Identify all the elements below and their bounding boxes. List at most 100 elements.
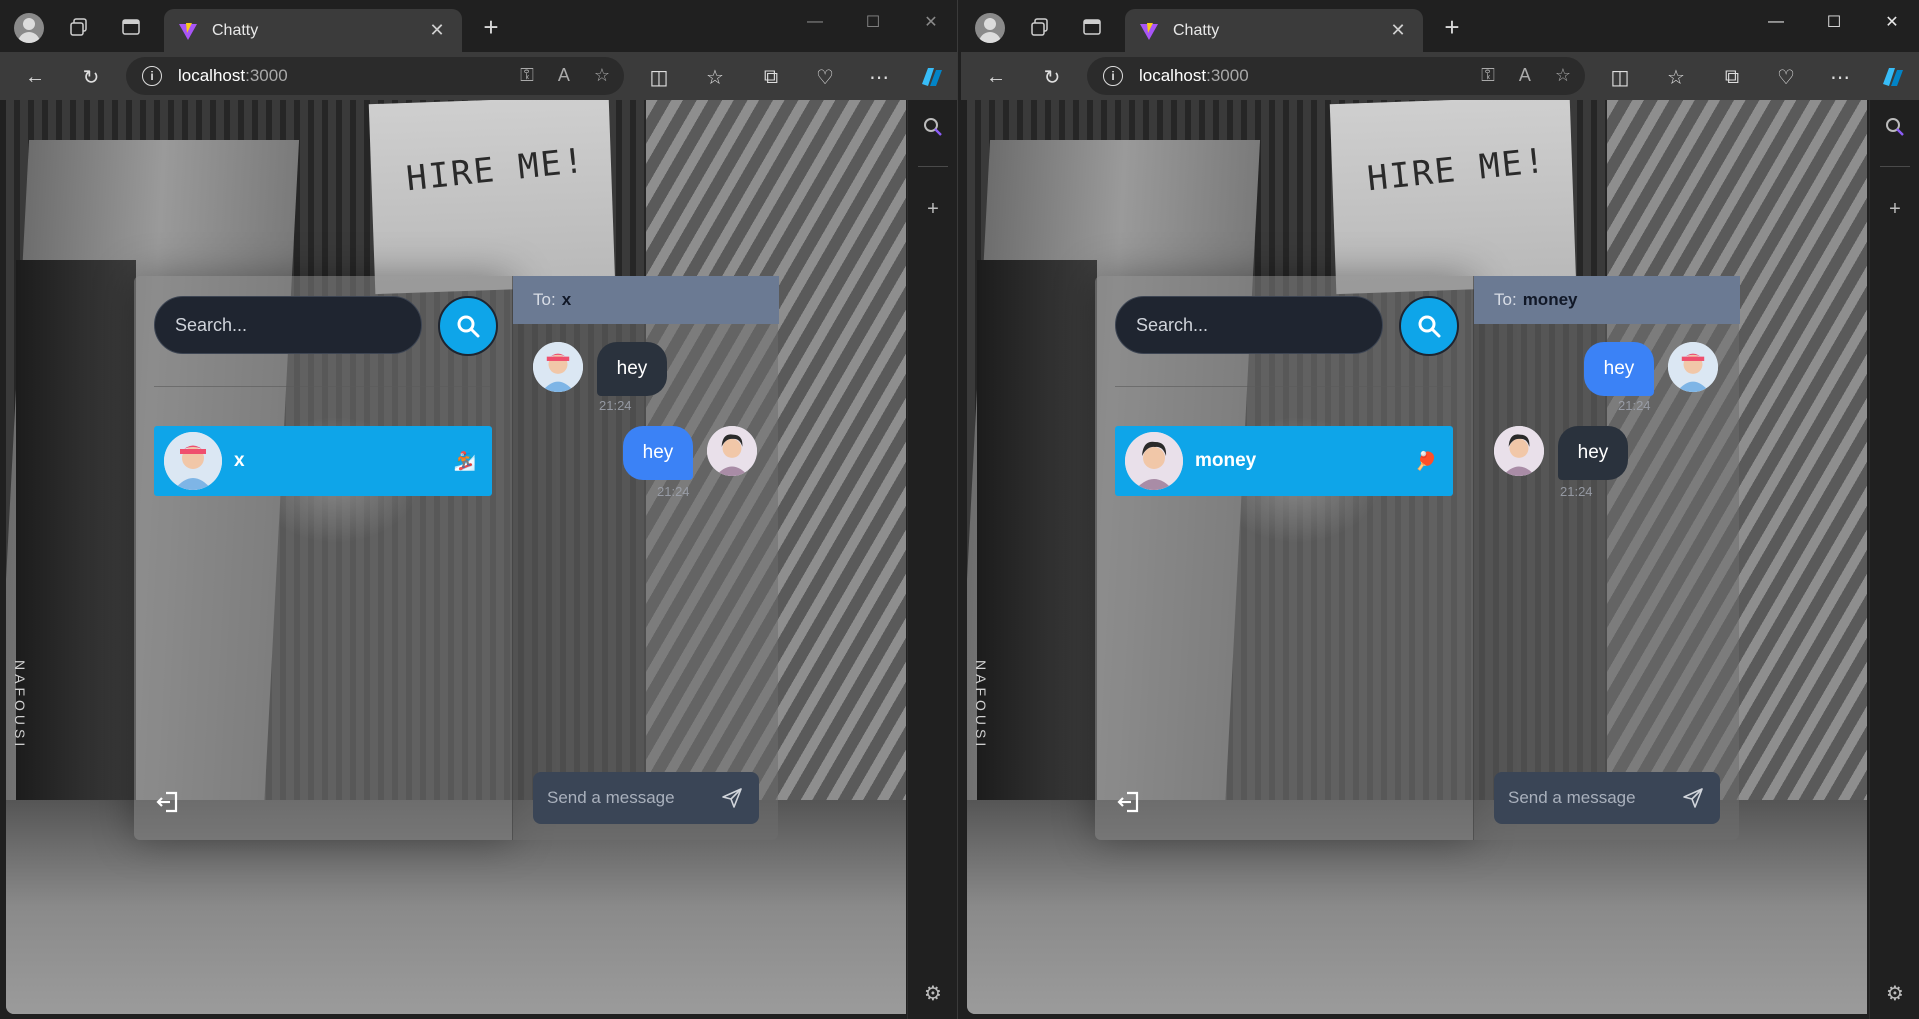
favorites-icon[interactable]: ☆ bbox=[702, 64, 728, 90]
split-screen-icon[interactable]: ◫ bbox=[1607, 64, 1633, 90]
split-screen-icon[interactable]: ◫ bbox=[646, 64, 672, 90]
sidebar-rail: + ⚙ bbox=[1869, 100, 1919, 1019]
collections-add-icon[interactable]: ⧉ bbox=[1719, 64, 1745, 90]
vite-favicon bbox=[1140, 22, 1158, 40]
avatar bbox=[707, 426, 757, 476]
close-window-icon[interactable]: ✕ bbox=[1869, 8, 1915, 36]
conversation-name: x bbox=[234, 450, 245, 471]
message-received: hey bbox=[533, 342, 667, 396]
collections-icon[interactable] bbox=[1027, 14, 1053, 40]
to-label: To: bbox=[1494, 290, 1517, 309]
toolbar: ← ↻ i localhost:3000 ⚿ A ☆ ◫ ☆ ⧉ ♡ ⋯ bbox=[961, 52, 1919, 100]
copilot-icon[interactable] bbox=[918, 64, 944, 90]
key-icon[interactable]: ⚿ bbox=[1481, 65, 1495, 86]
logout-icon[interactable] bbox=[1115, 788, 1143, 816]
divider bbox=[154, 386, 492, 387]
search-button[interactable] bbox=[438, 296, 498, 356]
recipient-name: money bbox=[1522, 290, 1578, 309]
favorite-star-icon[interactable]: ☆ bbox=[1555, 65, 1571, 86]
title-bar: Chatty ✕ + — ☐ ✕ bbox=[961, 0, 1919, 52]
vite-favicon bbox=[179, 22, 197, 40]
collections-add-icon[interactable]: ⧉ bbox=[758, 64, 784, 90]
sidebar-rail: + ⚙ bbox=[907, 100, 957, 1019]
browser-tab[interactable]: Chatty ✕ bbox=[164, 9, 462, 52]
copilot-icon[interactable] bbox=[1879, 64, 1905, 90]
send-icon[interactable] bbox=[1682, 787, 1704, 809]
back-icon[interactable]: ← bbox=[983, 64, 1009, 90]
search-input[interactable]: Search... bbox=[154, 296, 422, 354]
message-input[interactable]: Send a message bbox=[533, 772, 759, 824]
address-bar-actions: ⚿ A ☆ bbox=[1481, 65, 1571, 86]
conversation-item[interactable]: x 🏂 bbox=[154, 426, 492, 496]
search-button[interactable] bbox=[1399, 296, 1459, 356]
avatar bbox=[1668, 342, 1718, 392]
to-label: To: bbox=[533, 290, 556, 309]
tab-actions-icon[interactable] bbox=[1079, 14, 1105, 40]
message-input[interactable]: Send a message bbox=[1494, 772, 1720, 824]
read-aloud-icon[interactable]: A bbox=[1519, 65, 1531, 86]
settings-icon[interactable]: ⚙ bbox=[920, 980, 946, 1006]
sidebar-add-icon[interactable]: + bbox=[920, 196, 946, 222]
divider bbox=[1115, 386, 1453, 387]
message-bubble: hey bbox=[1584, 342, 1654, 396]
url-text: localhost:3000 bbox=[178, 66, 288, 85]
rail-divider bbox=[918, 166, 948, 167]
browser-health-icon[interactable]: ♡ bbox=[1773, 64, 1799, 90]
new-tab-icon[interactable]: + bbox=[1439, 14, 1465, 40]
tab-title: Chatty bbox=[1173, 21, 1220, 39]
avatar bbox=[1125, 432, 1183, 490]
message-time: 21:24 bbox=[599, 398, 632, 413]
read-aloud-icon[interactable]: A bbox=[558, 65, 570, 86]
address-bar-actions: ⚿ A ☆ bbox=[520, 65, 610, 86]
refresh-icon[interactable]: ↻ bbox=[78, 64, 104, 90]
sidebar-add-icon[interactable]: + bbox=[1882, 196, 1908, 222]
key-icon[interactable]: ⚿ bbox=[520, 65, 534, 86]
title-bar: Chatty ✕ + — ☐ ✕ bbox=[0, 0, 957, 52]
message-input-placeholder: Send a message bbox=[547, 788, 675, 807]
minimize-icon[interactable]: — bbox=[792, 8, 838, 36]
avatar bbox=[1494, 426, 1544, 476]
chat-panel: To: x hey 21:24 hey 21:24 Send a message bbox=[512, 276, 779, 840]
address-bar[interactable]: i localhost:3000 ⚿ A ☆ bbox=[1087, 57, 1585, 95]
page-viewport: HIRE ME! NAFOUSI Search... money 🏓 To: m… bbox=[967, 100, 1867, 1014]
collections-icon[interactable] bbox=[66, 14, 92, 40]
close-icon[interactable]: ✕ bbox=[426, 20, 448, 41]
browser-health-icon[interactable]: ♡ bbox=[812, 64, 838, 90]
address-bar[interactable]: i localhost:3000 ⚿ A ☆ bbox=[126, 57, 624, 95]
favorite-star-icon[interactable]: ☆ bbox=[594, 65, 610, 86]
sidebar-search-icon[interactable] bbox=[1882, 114, 1908, 140]
info-icon[interactable]: i bbox=[1103, 66, 1123, 86]
conversation-emoji: 🏂 bbox=[453, 450, 477, 471]
send-icon[interactable] bbox=[721, 787, 743, 809]
settings-icon[interactable]: ⚙ bbox=[1882, 980, 1908, 1006]
back-icon[interactable]: ← bbox=[22, 64, 48, 90]
maximize-icon[interactable]: ☐ bbox=[1811, 8, 1857, 36]
more-icon[interactable]: ⋯ bbox=[866, 64, 892, 90]
close-window-icon[interactable]: ✕ bbox=[908, 8, 954, 36]
toolbar: ← ↻ i localhost:3000 ⚿ A ☆ ◫ ☆ ⧉ ♡ ⋯ bbox=[0, 52, 957, 100]
message-received: hey bbox=[1494, 426, 1628, 480]
search-icon bbox=[1418, 315, 1441, 338]
profile-icon[interactable] bbox=[975, 13, 1005, 43]
browser-tab[interactable]: Chatty ✕ bbox=[1125, 9, 1423, 52]
chat-header: To: money bbox=[1474, 276, 1740, 324]
sidebar-panel: Search... x 🏂 bbox=[134, 276, 512, 840]
close-icon[interactable]: ✕ bbox=[1387, 20, 1409, 41]
conversation-emoji: 🏓 bbox=[1414, 450, 1438, 471]
maximize-icon[interactable]: ☐ bbox=[850, 8, 896, 36]
refresh-icon[interactable]: ↻ bbox=[1039, 64, 1065, 90]
browser-window-right: Chatty ✕ + — ☐ ✕ ← ↻ i localhost:3000 ⚿ … bbox=[961, 0, 1919, 1019]
minimize-icon[interactable]: — bbox=[1753, 8, 1799, 36]
logout-icon[interactable] bbox=[154, 788, 182, 816]
search-input[interactable]: Search... bbox=[1115, 296, 1383, 354]
more-icon[interactable]: ⋯ bbox=[1827, 64, 1853, 90]
info-icon[interactable]: i bbox=[142, 66, 162, 86]
recipient-name: x bbox=[561, 290, 572, 309]
conversation-item[interactable]: money 🏓 bbox=[1115, 426, 1453, 496]
new-tab-icon[interactable]: + bbox=[478, 14, 504, 40]
favorites-icon[interactable]: ☆ bbox=[1663, 64, 1689, 90]
tab-actions-icon[interactable] bbox=[118, 14, 144, 40]
message-time: 21:24 bbox=[1560, 484, 1593, 499]
sidebar-search-icon[interactable] bbox=[920, 114, 946, 140]
profile-icon[interactable] bbox=[14, 13, 44, 43]
